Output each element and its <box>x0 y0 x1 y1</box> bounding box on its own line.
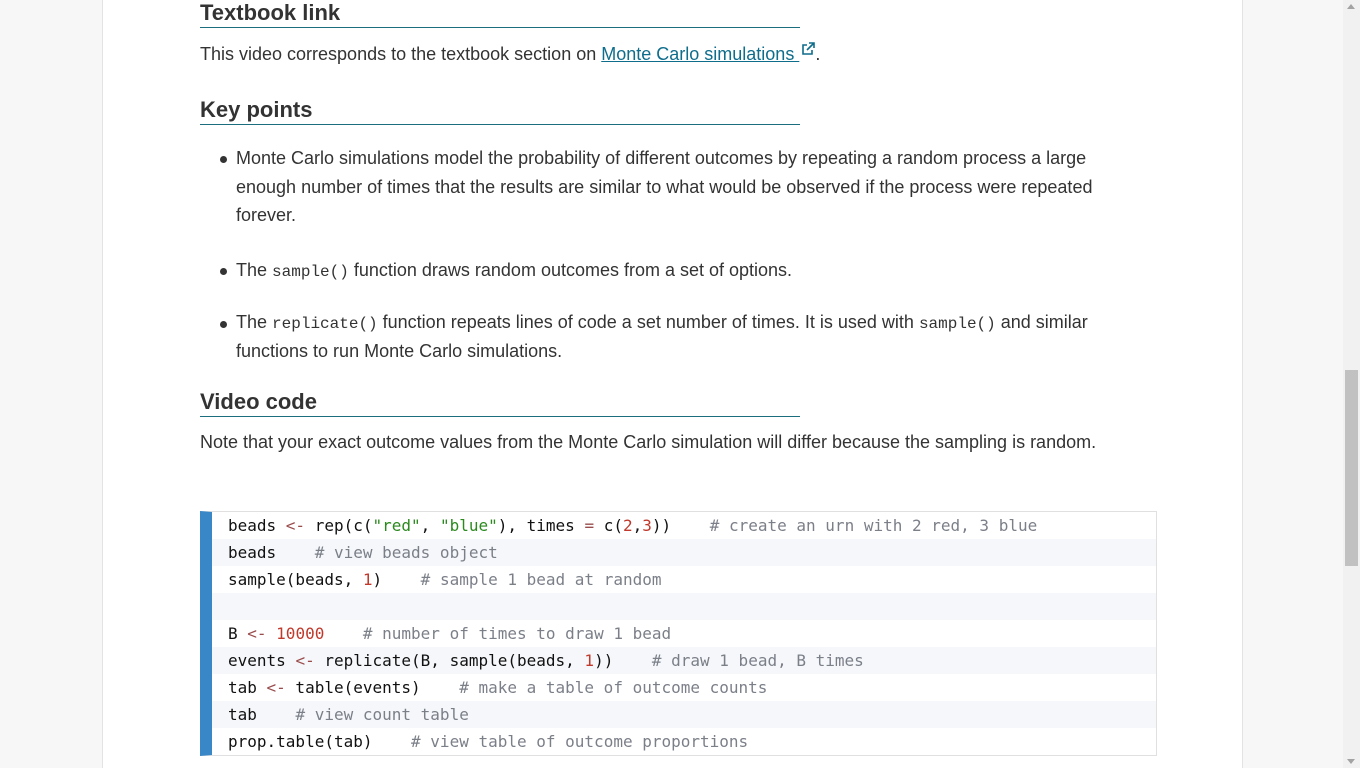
code-line: prop.table(tab) # view table of outcome … <box>228 732 749 751</box>
inline-code: sample() <box>918 315 996 333</box>
key-point-text: function repeats lines of code a set num… <box>377 312 919 332</box>
textbook-link-label: Monte Carlo simulations <box>601 44 800 64</box>
textbook-text: This video corresponds to the textbook s… <box>200 44 602 64</box>
key-point-text: function draws random outcomes from a se… <box>348 259 793 280</box>
vertical-scrollbar[interactable] <box>1343 0 1360 768</box>
external-link-icon <box>801 36 816 65</box>
textbook-paragraph: This video corresponds to the textbook s… <box>200 40 820 69</box>
scroll-down-arrow-icon[interactable] <box>1347 759 1355 764</box>
key-point-text: Monte Carlo simulations model the probab… <box>236 148 1093 225</box>
inline-code: replicate() <box>272 315 378 333</box>
textbook-link[interactable]: Monte Carlo simulations <box>601 44 799 64</box>
code-line: sample(beads, 1) # sample 1 bead at rand… <box>228 570 662 589</box>
code-line: events <- replicate(B, sample(beads, 1))… <box>212 647 1156 674</box>
textbook-period: . <box>815 44 821 64</box>
inline-code: sample() <box>272 262 349 281</box>
code-line: B <- 10000 # number of times to draw 1 b… <box>228 624 672 643</box>
video-code-heading: Video code <box>200 389 800 417</box>
key-points-list: Monte Carlo simulations model the probab… <box>200 144 1146 365</box>
textbook-link-heading: Textbook link <box>200 0 800 28</box>
page-container: Textbook link This video corresponds to … <box>102 0 1243 768</box>
video-code-note: Note that your exact outcome values from… <box>200 432 1097 452</box>
key-points-heading: Key points <box>200 97 800 125</box>
key-point-item: The replicate() function repeats lines o… <box>200 309 1146 365</box>
code-block[interactable]: beads <- rep(c("red", "blue"), times = c… <box>200 511 1157 756</box>
scrollbar-thumb[interactable] <box>1345 370 1358 566</box>
code-line: beads <- rep(c("red", "blue"), times = c… <box>228 516 1038 535</box>
code-line-blank <box>212 593 1156 620</box>
code-line: tab <- table(events) # make a table of o… <box>228 678 768 697</box>
key-point-text: The <box>236 312 273 332</box>
code-line: tab # view count table <box>212 701 1156 728</box>
key-point-item: Monte Carlo simulations model the probab… <box>200 144 1146 230</box>
code-line: beads # view beads object <box>212 539 1156 566</box>
key-point-text: The <box>236 259 273 280</box>
scroll-up-arrow-icon[interactable] <box>1347 4 1355 9</box>
key-point-item: The sample() function draws random outco… <box>200 256 1146 287</box>
